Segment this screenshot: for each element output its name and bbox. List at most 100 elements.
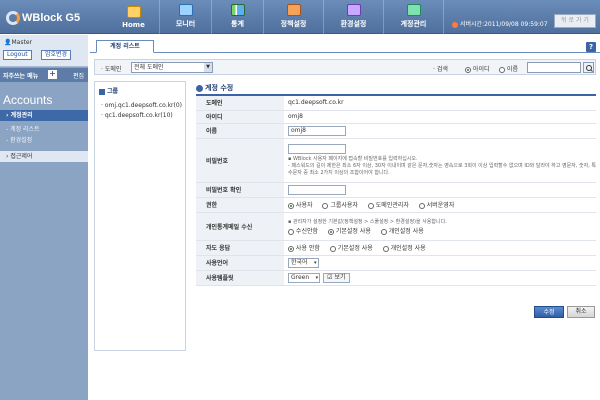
search-input[interactable]: [527, 62, 581, 73]
radio-icon: [499, 66, 505, 73]
perm-group-radio[interactable]: 그룹사용자: [322, 200, 358, 209]
radio-icon: [322, 202, 329, 209]
chevron-down-icon: ▼: [204, 63, 212, 72]
policy-icon: [286, 4, 301, 16]
tree-item[interactable]: · omj.qc1.deepsoft.co.kr(0): [101, 102, 182, 109]
radio-icon: [288, 202, 294, 209]
radio-icon: [382, 245, 389, 252]
domain-select[interactable]: 전체 도메인 ▼: [131, 62, 213, 73]
favorites-label: 자주쓰는 메뉴: [3, 73, 39, 80]
language-select[interactable]: 한국어: [288, 257, 319, 268]
password-confirm-label: 비밀번호 확인: [196, 182, 284, 198]
password-confirm-input[interactable]: [288, 184, 346, 195]
id-field-label: 아이디: [196, 110, 284, 124]
search-label: · 검색: [433, 66, 448, 73]
top-nav: Home 모니터 통계 정책설정 환경설정 계정관리: [108, 0, 444, 34]
section-title: Accounts: [3, 93, 53, 107]
sidebar-item-env[interactable]: - 환경설정: [0, 135, 88, 146]
mail-personal-radio[interactable]: 개인설정 사용: [380, 226, 424, 235]
search-icon[interactable]: [583, 62, 594, 73]
sidebar: 👤Master Logout 암호변경 자주쓰는 메뉴 + 편집 Account…: [0, 35, 88, 400]
perm-user-radio[interactable]: 사용자: [288, 200, 312, 209]
auto-reply-label: 자도 응답: [196, 240, 284, 256]
tab-row: 계정 리스트 ?: [90, 36, 600, 53]
logout-button[interactable]: Logout: [3, 50, 32, 60]
tab-account-list[interactable]: 계정 리스트: [96, 40, 154, 53]
filter-bar: · 도메인 전체 도메인 ▼ · 검색 아이디 이름: [94, 59, 596, 75]
mail-none-radio[interactable]: 수신안함: [288, 226, 318, 235]
favorites-bar: 자주쓰는 메뉴 + 편집: [0, 68, 88, 82]
auto-off-radio[interactable]: 사용 안함: [288, 243, 320, 252]
group-tree-title: 그룹: [99, 86, 118, 95]
favorites-edit-link[interactable]: 편집: [73, 71, 84, 80]
server-time-text: 서버시간:2011/09/08 09:59:07: [460, 21, 548, 28]
nav-monitor[interactable]: 모니터: [160, 0, 212, 34]
help-icon[interactable]: ?: [586, 42, 596, 52]
logo-text: WBlock G5: [22, 12, 81, 24]
group-tree: 그룹 · omj.qc1.deepsoft.co.kr(0) · qc1.dee…: [94, 81, 186, 351]
nav-stats[interactable]: 통계: [212, 0, 264, 34]
logo-icon: [6, 11, 20, 25]
nav-stats-label: 통계: [231, 20, 244, 28]
settings-icon: [346, 4, 361, 16]
password-input[interactable]: [288, 143, 346, 154]
nav-home-label: Home: [122, 21, 145, 29]
template-select[interactable]: Green: [288, 272, 321, 283]
tree-item[interactable]: · qc1.deepsoft.co.kr(10): [101, 112, 173, 119]
nav-accounts[interactable]: 계정관리: [384, 0, 444, 34]
password-change-button[interactable]: 암호변경: [41, 50, 72, 60]
nav-accounts-label: 계정관리: [400, 20, 427, 28]
chart-icon: [230, 4, 245, 16]
id-field-value: omj8: [284, 110, 596, 124]
password-field-label: 비밀번호: [196, 138, 284, 183]
search-by-id-radio[interactable]: 아이디: [465, 64, 489, 73]
folder-icon: [99, 88, 105, 95]
auto-default-radio[interactable]: 기본설정 사용: [329, 243, 373, 252]
domain-label: · 도메인: [101, 66, 122, 73]
main-content: 계정 리스트 ? · 도메인 전체 도메인 ▼ · 검색 아이디 이름 그룹 · …: [90, 36, 600, 400]
auto-personal-radio[interactable]: 개인설정 사용: [382, 243, 426, 252]
back-button[interactable]: 뒤 로 가 기: [554, 14, 596, 28]
stat-mail-note: ▪ 관리자가 설정한 기본값(정책설정 > 스풀설정 > 환경설정)을 사용합니…: [288, 219, 447, 225]
add-favorite-icon[interactable]: +: [48, 70, 57, 79]
radio-icon: [327, 228, 334, 235]
sidebar-item-account-manage[interactable]: › 계정관리: [0, 110, 88, 121]
sidebar-item-access-control[interactable]: › 접근제어: [0, 151, 88, 162]
server-time: 서버시간:2011/09/08 09:59:07: [452, 19, 548, 28]
name-field-label: 이름: [196, 123, 284, 139]
account-edit-form: 도메인 qc1.deepsoft.co.kr 아이디 omj8 이름 omj8 …: [196, 94, 596, 286]
radio-icon: [380, 228, 387, 235]
radio-icon: [329, 245, 336, 252]
name-input[interactable]: omj8: [288, 125, 346, 136]
nav-home[interactable]: Home: [108, 0, 160, 34]
radio-icon: [418, 202, 425, 209]
users-icon: [406, 4, 421, 16]
app-logo[interactable]: WBlock G5: [6, 9, 86, 27]
mail-default-radio[interactable]: 기본설정 사용: [327, 226, 371, 235]
nav-policy[interactable]: 정책설정: [264, 0, 324, 34]
template-label: 사용템플릿: [196, 270, 284, 286]
nav-env[interactable]: 환경설정: [324, 0, 384, 34]
nav-policy-label: 정책설정: [280, 20, 307, 28]
search-by-name-radio[interactable]: 이름: [499, 64, 518, 73]
monitor-icon: [178, 4, 193, 16]
template-view-button[interactable]: ☑ 보기: [323, 272, 350, 283]
top-bar: WBlock G5 Home 모니터 통계 정책설정 환경설정 계정관리 서버시…: [0, 0, 600, 34]
perm-domain-admin-radio[interactable]: 도메인관리자: [367, 200, 409, 209]
stat-mail-label: 개인통계메일 수신: [196, 212, 284, 241]
form-title: 계정 수정: [196, 83, 233, 93]
user-name: 👤Master: [4, 39, 32, 46]
radio-icon: [288, 245, 294, 252]
domain-field-label: 도메인: [196, 94, 284, 111]
cancel-button[interactable]: 취소: [567, 306, 595, 318]
clock-icon: [452, 21, 458, 28]
radio-icon: [465, 66, 471, 73]
permission-label: 권한: [196, 197, 284, 213]
user-box: 👤Master Logout 암호변경: [0, 35, 88, 67]
sidebar-item-account-list[interactable]: - 계정 리스트: [0, 124, 88, 135]
nav-env-label: 환경설정: [340, 20, 367, 28]
perm-server-op-radio[interactable]: 서버운영자: [418, 200, 454, 209]
bullet-icon: [196, 84, 203, 92]
save-button[interactable]: 수정: [534, 306, 564, 318]
language-label: 사용언어: [196, 255, 284, 271]
